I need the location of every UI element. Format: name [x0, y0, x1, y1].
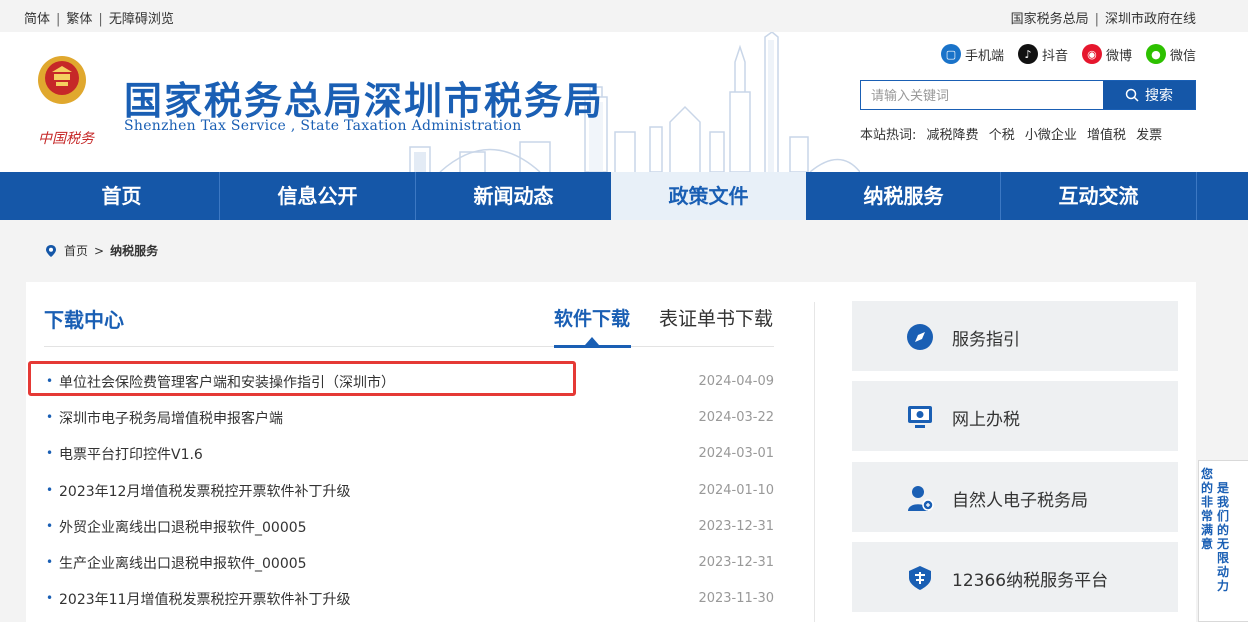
- sz-gov-link[interactable]: 深圳市政府在线: [1105, 12, 1196, 27]
- hot-keywords: 本站热词: 减税降费 个税 小微企业 增值税 发票: [860, 124, 1168, 143]
- breadcrumb-separator: >: [94, 243, 105, 258]
- satisfaction-sidecard[interactable]: 您的非常满意 是我们的无限动力: [1198, 460, 1248, 622]
- search-icon: [1125, 88, 1139, 102]
- douyin-icon: ♪: [1017, 44, 1038, 64]
- mobile-icon: ▢: [940, 44, 961, 64]
- item-date: 2023-12-31: [698, 518, 774, 534]
- list-item[interactable]: • 2023年12月增值税发票税控开票软件补丁升级 2024-01-10: [44, 475, 774, 511]
- list-item[interactable]: • 深圳市电子税务局增值税申报客户端 2024-03-22: [44, 402, 774, 438]
- online-tax-button[interactable]: 网上办税: [852, 381, 1178, 451]
- download-panel: 下载中心 软件下载 表证单书下载 • 单位社会保险费管理客户端和安装操作指引（深圳…: [26, 282, 1196, 622]
- breadcrumb: 首页 > 纳税服务: [44, 242, 158, 259]
- tab-forms-download[interactable]: 表证单书下载: [659, 304, 773, 331]
- site-header: 中国税务 国家税务总局深圳市税务局 Shenzhen Tax Service ,…: [0, 32, 1248, 172]
- wechat-link[interactable]: ● 微信: [1145, 44, 1196, 64]
- item-title[interactable]: 电票平台打印控件V1.6: [59, 444, 203, 464]
- item-title[interactable]: 生产企业离线出口退税申报软件_00005: [59, 553, 307, 573]
- item-title[interactable]: 外贸企业离线出口退税申报软件_00005: [59, 517, 307, 537]
- person-icon: [908, 486, 934, 511]
- compass-icon: [907, 324, 933, 350]
- sidecard-text-2: 是我们的无限动力: [1217, 481, 1230, 593]
- item-date: 2024-03-01: [698, 446, 774, 462]
- external-links: 国家税务总局 | 深圳市政府在线: [1010, 12, 1196, 27]
- column-divider: [814, 302, 815, 622]
- list-item[interactable]: • 2023年11月增值税发票税控开票软件补丁升级 2023-11-30: [44, 583, 774, 619]
- highlight-box: [28, 361, 576, 396]
- hot-keywords-label: 本站热词:: [860, 128, 917, 143]
- list-item[interactable]: • 外贸企业离线出口退税申报软件_00005 2023-12-31: [44, 511, 774, 547]
- 12366-platform-button[interactable]: 12366纳税服务平台: [852, 542, 1178, 612]
- active-tab-indicator: [585, 337, 599, 345]
- brand-seal-text: 中国税务: [38, 131, 94, 147]
- weibo-link[interactable]: ◉ 微博: [1081, 44, 1132, 64]
- item-title[interactable]: 2023年12月增值税发票税控开票软件补丁升级: [59, 481, 350, 501]
- search-input[interactable]: [861, 81, 1103, 109]
- breadcrumb-home[interactable]: 首页: [64, 242, 88, 259]
- item-date: 2024-03-22: [698, 410, 774, 426]
- sidecard-text-1: 您的非常满意: [1201, 467, 1214, 551]
- accessibility-link[interactable]: 无障碍浏览: [109, 12, 174, 27]
- site-subtitle: Shenzhen Tax Service , State Taxation Ad…: [124, 118, 522, 134]
- download-list: • 单位社会保险费管理客户端和安装操作指引（深圳市） 2024-04-09 • 深圳市…: [44, 366, 774, 619]
- nav-policy[interactable]: 政策文件: [611, 172, 806, 220]
- hot-keyword[interactable]: 发票: [1136, 128, 1162, 143]
- item-date: 2023-12-31: [698, 554, 774, 570]
- search-button[interactable]: 搜索: [1103, 81, 1195, 109]
- item-title[interactable]: 深圳市电子税务局增值税申报客户端: [59, 408, 283, 428]
- language-switcher: 简体 | 繁体 | 无障碍浏览: [24, 12, 174, 27]
- nav-home[interactable]: 首页: [24, 172, 219, 220]
- list-item[interactable]: • 电票平台打印控件V1.6 2024-03-01: [44, 438, 774, 474]
- tab-software-download[interactable]: 软件下载: [554, 304, 630, 331]
- sat-link[interactable]: 国家税务总局: [1011, 12, 1089, 27]
- lang-simplified-link[interactable]: 简体: [24, 12, 50, 27]
- lang-traditional-link[interactable]: 繁体: [66, 12, 92, 27]
- social-links: ▢ 手机端 ♪ 抖音 ◉ 微博 ● 微信: [940, 44, 1196, 64]
- hot-keyword[interactable]: 减税降费: [927, 128, 979, 143]
- list-item[interactable]: • 生产企业离线出口退税申报软件_00005 2023-12-31: [44, 547, 774, 583]
- top-utility-bar: 简体 | 繁体 | 无障碍浏览 国家税务总局 | 深圳市政府在线: [0, 0, 1248, 32]
- nav-tax-service[interactable]: 纳税服务: [806, 172, 1001, 220]
- hot-keyword[interactable]: 增值税: [1087, 128, 1126, 143]
- location-pin-icon: [46, 244, 56, 257]
- hot-keyword[interactable]: 个税: [989, 128, 1015, 143]
- monitor-icon: [908, 406, 932, 428]
- item-title[interactable]: 2023年11月增值税发票税控开票软件补丁升级: [59, 589, 350, 609]
- nav-interaction[interactable]: 互动交流: [1001, 172, 1196, 220]
- individual-e-tax-button[interactable]: 自然人电子税务局: [852, 462, 1178, 532]
- nav-news[interactable]: 新闻动态: [416, 172, 611, 220]
- main-nav: 首页 信息公开 新闻动态 政策文件 纳税服务 互动交流: [0, 172, 1248, 220]
- item-date: 2024-04-09: [698, 374, 774, 389]
- wechat-icon: ●: [1145, 44, 1166, 64]
- nav-info-disclosure[interactable]: 信息公开: [220, 172, 415, 220]
- item-date: 2024-01-10: [698, 482, 774, 498]
- item-date: 2023-11-30: [698, 591, 774, 607]
- search-box: 搜索: [860, 80, 1196, 110]
- breadcrumb-current[interactable]: 纳税服务: [110, 242, 158, 259]
- hot-keyword[interactable]: 小微企业: [1025, 128, 1077, 143]
- site-title: 国家税务总局深圳市税务局: [124, 79, 605, 123]
- tax-emblem-logo: [38, 56, 86, 104]
- douyin-link[interactable]: ♪ 抖音: [1017, 44, 1068, 64]
- download-center-title: 下载中心: [44, 308, 124, 332]
- weibo-icon: ◉: [1081, 44, 1102, 64]
- service-guide-button[interactable]: 服务指引: [852, 301, 1178, 371]
- mobile-link[interactable]: ▢ 手机端: [940, 44, 1004, 64]
- shield-badge-icon: [909, 566, 931, 590]
